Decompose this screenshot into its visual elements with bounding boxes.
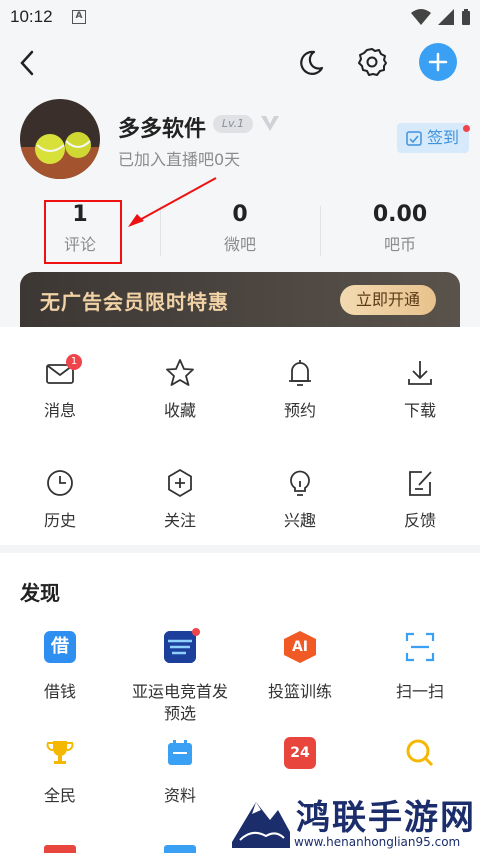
annotation-arrow-icon <box>128 177 217 227</box>
star-icon <box>166 359 194 386</box>
partial-red-icon <box>44 845 76 853</box>
watermark-url: www.henanhonglian95.com <box>294 835 461 849</box>
join-days-text: 已加入直播吧0天 <box>118 150 241 169</box>
annotation-highlight-box <box>44 200 122 264</box>
back-icon[interactable] <box>16 48 40 78</box>
menu-item-downloads[interactable]: 下载 <box>360 357 480 421</box>
status-time: 10:12 <box>10 7 53 26</box>
vip-open-button[interactable]: 立即开通 <box>340 285 436 315</box>
moon-icon[interactable] <box>296 48 326 78</box>
search-icon[interactable] <box>404 737 436 769</box>
clock-icon <box>47 470 73 496</box>
signin-button[interactable]: 签到 <box>397 123 470 153</box>
calendar-check-icon <box>406 131 422 146</box>
discover-item-data[interactable]: 资料 <box>120 785 240 807</box>
level-badge: Lv.1 <box>213 115 253 133</box>
discover-item-label-line1: 亚运电竞首发 <box>131 682 228 701</box>
menu-item-messages[interactable]: 1 消息 <box>0 354 120 421</box>
hexagon-plus-icon <box>168 468 192 498</box>
signin-label: 签到 <box>427 128 460 147</box>
day24-icon[interactable]: 24 <box>284 737 316 769</box>
download-icon <box>408 361 432 385</box>
wifi-icon <box>411 9 431 25</box>
menu-item-following[interactable]: 关注 <box>120 467 240 531</box>
menu-item-label: 兴趣 <box>283 511 316 530</box>
battery-icon <box>462 9 470 25</box>
menu-item-label: 关注 <box>163 511 196 530</box>
menu-item-favorites[interactable]: 收藏 <box>120 357 240 421</box>
trophy-icon[interactable] <box>44 737 76 769</box>
menu-item-label: 反馈 <box>403 511 436 530</box>
stat-value: 0.00 <box>372 202 428 227</box>
v-badge-icon <box>261 116 279 131</box>
watermark: 鸿联手游网 www.henanhonglian95.com <box>226 788 480 853</box>
signin-dot <box>463 125 470 132</box>
menu-grid: 1 消息 收藏 预约 下载 历史 关注 兴趣 反馈 <box>0 327 480 545</box>
vip-banner[interactable]: 无广告会员限时特惠 立即开通 <box>20 272 460 332</box>
add-button[interactable] <box>419 43 457 81</box>
tennis-balls-image <box>20 99 100 179</box>
discover-item-loan[interactable]: 借钱 <box>0 681 120 703</box>
gear-icon[interactable] <box>357 47 387 77</box>
username: 多多软件 <box>118 117 207 142</box>
menu-item-feedback[interactable]: 反馈 <box>360 467 480 531</box>
vip-banner-text: 无广告会员限时特惠 <box>40 290 229 314</box>
discover-item-scan[interactable]: 扫一扫 <box>360 681 480 703</box>
menu-item-label: 历史 <box>43 511 76 530</box>
signal-icon <box>438 9 454 25</box>
top-bar <box>0 34 480 94</box>
edit-icon <box>409 471 432 496</box>
discover-title: 发现 <box>20 581 60 605</box>
partial-blue-icon <box>164 845 196 853</box>
menu-item-label: 预约 <box>283 401 316 420</box>
esports-logo-icon <box>164 631 196 663</box>
menu-item-interests[interactable]: 兴趣 <box>240 467 360 531</box>
loan-icon[interactable]: 借 <box>44 631 76 663</box>
status-bar: 10:12 A <box>0 0 480 34</box>
discover-item-esports[interactable]: 亚运电竞首发 预选 <box>120 681 240 725</box>
plus-icon <box>428 52 448 72</box>
stat-label: 吧币 <box>383 235 416 254</box>
notification-a-icon: A <box>72 10 86 24</box>
lightbulb-icon <box>290 470 310 496</box>
watermark-logo-icon <box>232 802 290 848</box>
menu-item-label: 消息 <box>43 401 76 420</box>
scan-icon[interactable] <box>404 631 436 663</box>
menu-item-reservations[interactable]: 预约 <box>240 357 360 421</box>
calendar-icon[interactable] <box>164 737 196 769</box>
esports-dot <box>192 628 200 636</box>
menu-item-label: 收藏 <box>163 401 196 420</box>
stat-coins[interactable]: 0.00 吧币 <box>320 202 480 255</box>
discover-item-label-line2: 预选 <box>163 704 196 723</box>
ai-icon[interactable]: AI <box>284 631 316 663</box>
menu-item-label: 下载 <box>403 401 436 420</box>
message-count-badge: 1 <box>66 354 82 370</box>
avatar[interactable] <box>20 99 100 179</box>
menu-item-history[interactable]: 历史 <box>0 467 120 531</box>
discover-item-quanmin[interactable]: 全民 <box>0 785 120 807</box>
watermark-brand: 鸿联手游网 <box>296 798 476 838</box>
stat-label: 微吧 <box>223 235 256 254</box>
discover-item-shooting[interactable]: 投篮训练 <box>240 681 360 703</box>
bell-icon <box>289 360 311 386</box>
esports-icon[interactable] <box>164 631 196 663</box>
